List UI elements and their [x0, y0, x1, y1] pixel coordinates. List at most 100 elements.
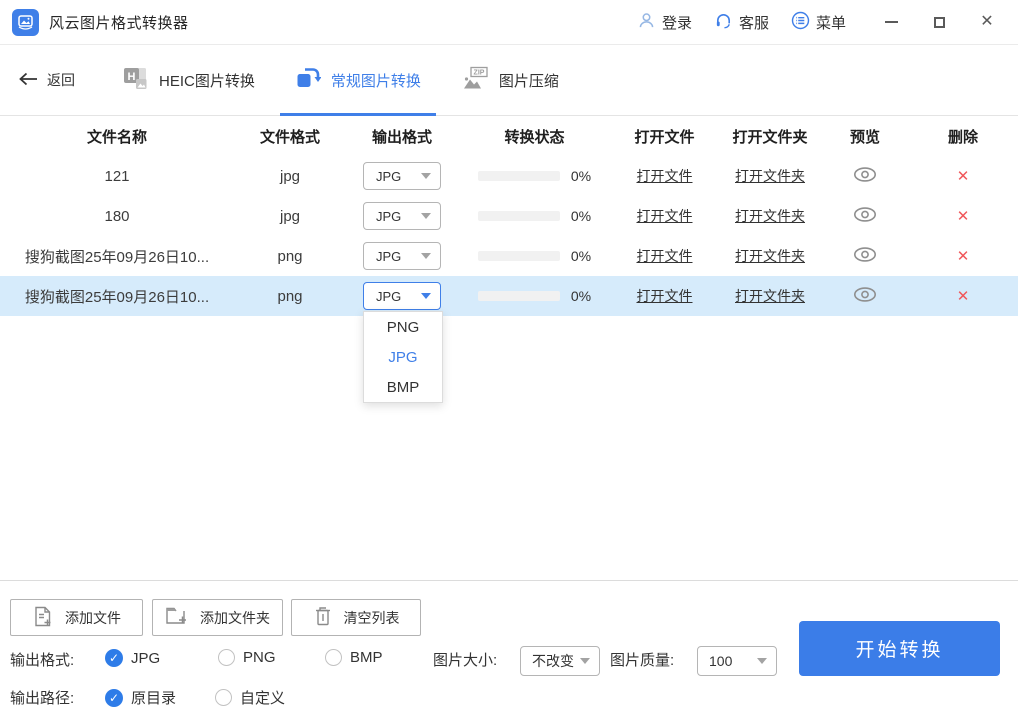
radio-unchecked-icon	[215, 689, 232, 706]
app-window: 风云图片格式转换器 登录	[0, 0, 1018, 713]
open-folder-link[interactable]: 打开文件夹	[735, 166, 805, 186]
svg-text:H: H	[128, 70, 136, 82]
output-format-select[interactable]: JPG	[363, 202, 441, 230]
preview-eye-icon[interactable]	[853, 206, 877, 227]
radio-label: BMP	[350, 649, 383, 666]
maximize-button[interactable]	[922, 7, 956, 37]
radio-label: JPG	[131, 650, 160, 667]
progress-bar	[478, 211, 560, 221]
window-controls: ✕	[860, 7, 1004, 37]
column-header-preview: 预览	[822, 116, 908, 156]
radio-format-jpg[interactable]: ✓ JPG	[105, 649, 160, 667]
tab-label: 图片压缩	[499, 70, 559, 91]
delete-icon[interactable]: ✕	[957, 207, 970, 225]
add-folder-label: 添加文件夹	[200, 608, 270, 628]
heic-icon: H	[122, 65, 149, 96]
titlebar: 风云图片格式转换器 登录	[0, 0, 1018, 45]
tab-heic-convert[interactable]: H HEIC图片转换	[107, 45, 270, 115]
open-file-link[interactable]: 打开文件	[637, 246, 693, 266]
delete-icon[interactable]: ✕	[957, 287, 970, 305]
close-button[interactable]: ✕	[970, 7, 1004, 37]
add-folder-button[interactable]: 添加文件夹	[152, 599, 283, 636]
minimize-button[interactable]	[874, 7, 908, 37]
table-row[interactable]: 搜狗截图25年09月26日10... png JPG 0% 打开文件 打开文件夹	[0, 236, 1018, 276]
tabbar: 返回 H HEIC图片转换	[0, 45, 1018, 116]
output-format-value: JPG	[376, 249, 401, 264]
output-format-select[interactable]: JPG	[363, 242, 441, 270]
add-file-label: 添加文件	[65, 608, 121, 628]
preview-eye-icon[interactable]	[853, 246, 877, 267]
open-folder-link[interactable]: 打开文件夹	[735, 206, 805, 226]
table-header: 文件名称 文件格式 输出格式 转换状态 打开文件 打开文件夹 预览 删除	[0, 116, 1018, 156]
tab-label: HEIC图片转换	[159, 70, 255, 91]
dropdown-option-png[interactable]: PNG	[364, 312, 442, 342]
table-row[interactable]: 121 jpg JPG 0% 打开文件 打开文件夹	[0, 156, 1018, 196]
user-icon	[637, 11, 656, 34]
column-header-open-folder: 打开文件夹	[718, 116, 822, 156]
radio-format-bmp[interactable]: BMP	[325, 649, 383, 666]
output-format-dropdown: PNG JPG BMP	[363, 311, 443, 403]
table-row[interactable]: 180 jpg JPG 0% 打开文件 打开文件夹	[0, 196, 1018, 236]
dropdown-option-jpg-selected[interactable]: JPG	[364, 342, 442, 372]
login-button[interactable]: 登录	[637, 11, 692, 34]
output-format-select[interactable]: JPG	[363, 162, 441, 190]
image-size-value: 不改变	[532, 651, 574, 671]
radio-format-png[interactable]: PNG	[218, 649, 276, 666]
chevron-down-icon	[421, 173, 431, 179]
tab-image-compress[interactable]: ZIP 图片压缩	[446, 45, 574, 115]
image-size-label: 图片大小:	[433, 649, 497, 670]
file-format: jpg	[234, 156, 346, 196]
menu-button[interactable]: 菜单	[791, 11, 846, 34]
clear-list-button[interactable]: 清空列表	[291, 599, 421, 636]
radio-checked-icon: ✓	[105, 649, 123, 667]
output-format-value: JPG	[376, 289, 401, 304]
image-quality-select[interactable]: 100	[697, 646, 777, 676]
chevron-down-icon	[421, 253, 431, 259]
open-file-link[interactable]: 打开文件	[637, 286, 693, 306]
app-title: 风云图片格式转换器	[49, 12, 189, 33]
file-format: jpg	[234, 196, 346, 236]
radio-path-original[interactable]: ✓ 原目录	[105, 687, 176, 708]
progress-bar	[478, 251, 560, 261]
file-name: 180	[0, 196, 234, 236]
open-folder-link[interactable]: 打开文件夹	[735, 246, 805, 266]
login-label: 登录	[662, 12, 692, 33]
table-row-selected[interactable]: 搜狗截图25年09月26日10... png JPG 0% 打开文件 打开文件夹	[0, 276, 1018, 316]
preview-eye-icon[interactable]	[853, 286, 877, 307]
open-folder-link[interactable]: 打开文件夹	[735, 286, 805, 306]
output-format-value: JPG	[376, 209, 401, 224]
column-header-status: 转换状态	[458, 116, 611, 156]
progress-label: 0%	[571, 248, 591, 264]
image-size-select[interactable]: 不改变	[520, 646, 600, 676]
add-file-button[interactable]: 添加文件	[10, 599, 143, 636]
progress-bar	[478, 291, 560, 301]
preview-eye-icon[interactable]	[853, 166, 877, 187]
open-file-link[interactable]: 打开文件	[637, 166, 693, 186]
column-header-filename: 文件名称	[0, 116, 234, 156]
back-label: 返回	[47, 70, 75, 90]
tab-regular-convert[interactable]: 常规图片转换	[280, 45, 436, 115]
open-file-link[interactable]: 打开文件	[637, 206, 693, 226]
delete-icon[interactable]: ✕	[957, 247, 970, 265]
radio-checked-icon: ✓	[105, 689, 123, 707]
file-format: png	[234, 276, 346, 316]
chevron-down-icon	[421, 213, 431, 219]
dropdown-option-bmp[interactable]: BMP	[364, 372, 442, 402]
trash-icon	[313, 605, 333, 631]
image-quality-label: 图片质量:	[610, 649, 674, 670]
column-header-format: 文件格式	[234, 116, 346, 156]
output-format-select-open[interactable]: JPG	[363, 282, 441, 310]
minimize-icon	[885, 21, 898, 23]
progress-label: 0%	[571, 208, 591, 224]
start-convert-button[interactable]: 开始转换	[799, 621, 1000, 676]
file-list: 121 jpg JPG 0% 打开文件 打开文件夹	[0, 156, 1018, 316]
delete-icon[interactable]: ✕	[957, 167, 970, 185]
clear-list-label: 清空列表	[344, 608, 400, 628]
footer-panel: 添加文件 添加文件夹 清空列	[0, 580, 1018, 713]
back-arrow-icon	[18, 72, 39, 89]
support-button[interactable]: 客服	[714, 11, 769, 34]
back-button[interactable]: 返回	[18, 45, 75, 115]
radio-path-custom[interactable]: 自定义	[215, 687, 285, 708]
chevron-down-icon	[421, 293, 431, 299]
menu-label: 菜单	[816, 12, 846, 33]
